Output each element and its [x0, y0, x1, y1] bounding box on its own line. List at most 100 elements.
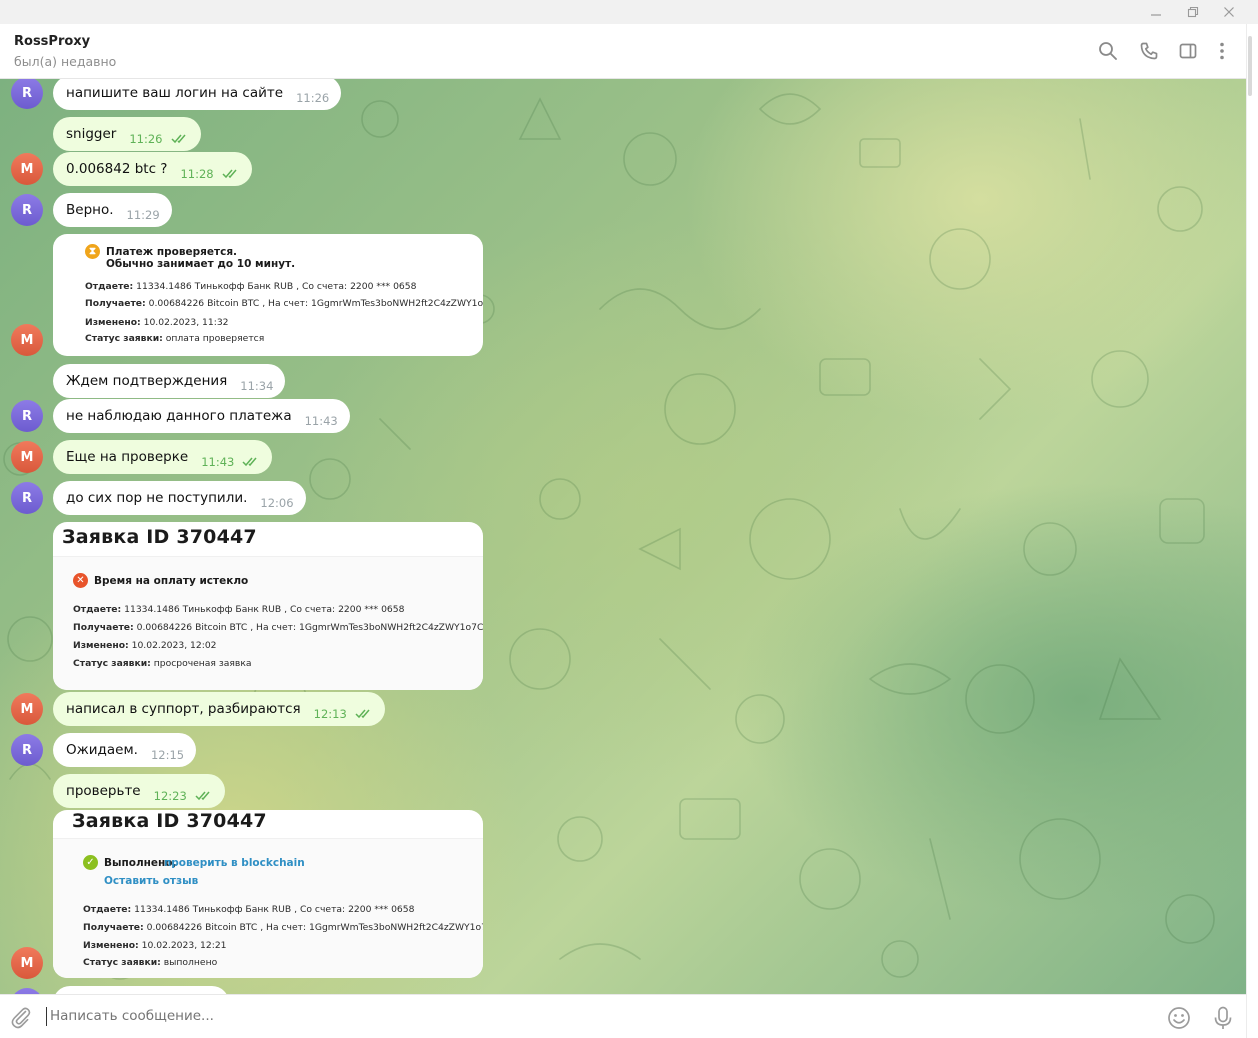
- give-value: 11334.1486 Тинькофф Банк RUB , Со счета:…: [121, 604, 405, 615]
- message-outgoing[interactable]: проверьте 12:23: [53, 774, 225, 808]
- get-row: Получаете: 0.00684226 Bitcoin BTC , На с…: [85, 298, 483, 309]
- changed-value: 10.02.2023, 11:32: [140, 317, 229, 328]
- changed-value: 10.02.2023, 12:21: [138, 940, 227, 951]
- message-incoming[interactable]: Ждем подтверждения 11:34: [53, 364, 286, 398]
- order-title: Заявка ID 370447: [62, 526, 257, 548]
- message-time: 11:28: [180, 167, 214, 181]
- status-row: Статус заявки: выполнено: [83, 957, 217, 968]
- give-row: Отдаете: 11334.1486 Тинькофф Банк RUB , …: [83, 904, 414, 915]
- status-row: Статус заявки: оплата проверяется: [85, 333, 264, 344]
- emoji-icon[interactable]: [1166, 1005, 1192, 1031]
- order-expired-image[interactable]: Заявка ID 370447 ✕ Время на оплату истек…: [53, 522, 483, 690]
- message-text: проверьте: [66, 783, 141, 799]
- give-row: Отдаете: 11334.1486 Тинькофф Банк RUB , …: [85, 281, 416, 292]
- avatar[interactable]: M: [11, 153, 43, 185]
- double-check-icon: [170, 134, 186, 144]
- get-label: Получаете:: [73, 622, 134, 633]
- message-text: Еще на проверке: [66, 449, 189, 465]
- avatar[interactable]: M: [11, 947, 43, 979]
- give-value: 11334.1486 Тинькофф Банк RUB , Со счета:…: [133, 281, 417, 292]
- message-incoming[interactable]: Верно. 11:29: [53, 193, 172, 227]
- message-time: 11:34: [240, 379, 274, 393]
- status-value: просроченая заявка: [150, 658, 252, 669]
- status-subtitle: Обычно занимает до 10 минут.: [106, 258, 296, 270]
- message-composer: [0, 994, 1246, 1038]
- close-icon[interactable]: [1211, 0, 1247, 24]
- chat-status: был(а) недавно: [14, 54, 117, 69]
- message-outgoing[interactable]: написал в суппорт, разбираются 12:13: [53, 692, 385, 726]
- message-time: 11:43: [304, 414, 338, 428]
- status-title: Время на оплату истекло: [94, 575, 249, 587]
- avatar[interactable]: M: [11, 441, 43, 473]
- message-incoming[interactable]: до сих пор не поступили. 12:06: [53, 481, 306, 515]
- status-value: выполнено: [160, 957, 218, 968]
- maximize-icon[interactable]: [1175, 0, 1211, 24]
- message-incoming[interactable]: напишите ваш логин на сайте 11:26: [53, 79, 342, 110]
- double-check-icon: [242, 457, 257, 467]
- status-label: Статус заявки:: [85, 333, 163, 344]
- message-outgoing[interactable]: 0.006842 btc ? 11:28: [53, 152, 252, 186]
- microphone-icon[interactable]: [1210, 1005, 1236, 1031]
- double-check-icon: [355, 709, 370, 719]
- give-label: Отдаете:: [85, 281, 134, 292]
- message-outgoing[interactable]: snigger 11:26: [53, 117, 201, 151]
- avatar[interactable]: R: [11, 400, 43, 432]
- more-icon[interactable]: [1210, 39, 1234, 63]
- order-completed-image[interactable]: Заявка ID 370447 ✓ Выполнено, проверить …: [53, 810, 483, 978]
- phone-icon[interactable]: [1137, 39, 1161, 63]
- blockchain-link[interactable]: проверить в blockchain: [164, 857, 305, 869]
- message-text: Ждем подтверждения: [66, 373, 228, 389]
- message-input[interactable]: [50, 1008, 1130, 1024]
- give-row: Отдаете: 11334.1486 Тинькофф Банк RUB , …: [73, 604, 404, 615]
- avatar[interactable]: R: [11, 734, 43, 766]
- chat-title[interactable]: RossProxy: [14, 34, 90, 49]
- message-text: Верно.: [66, 202, 114, 218]
- status-label: Статус заявки:: [73, 658, 151, 669]
- text-cursor: [46, 1007, 47, 1026]
- message-time: 11:26: [129, 132, 163, 146]
- minimize-icon[interactable]: [1138, 0, 1174, 24]
- changed-value: 10.02.2023, 12:02: [128, 640, 217, 651]
- avatar[interactable]: M: [11, 693, 43, 725]
- message-incoming[interactable]: Ожидаем. 12:15: [53, 733, 197, 767]
- avatar[interactable]: R: [11, 194, 43, 226]
- double-check-icon: [195, 791, 210, 801]
- get-label: Получаете:: [85, 298, 146, 309]
- changed-row: Изменено: 10.02.2023, 11:32: [85, 317, 229, 328]
- scrollbar-track[interactable]: [1246, 24, 1258, 1038]
- telegram-window: RossProxy был(а) недавно R напишите ваш …: [0, 0, 1258, 1038]
- double-check-icon: [222, 169, 237, 179]
- message-time: 12:23: [153, 789, 187, 803]
- payment-status-image[interactable]: ⧗ Платеж проверяется. Обычно занимает до…: [53, 234, 483, 356]
- avatar[interactable]: M: [11, 324, 43, 356]
- attach-icon[interactable]: [9, 1005, 33, 1029]
- message-time: 11:26: [296, 91, 330, 105]
- changed-row: Изменено: 10.02.2023, 12:02: [73, 640, 217, 651]
- message-incoming-partial[interactable]: [53, 986, 229, 994]
- message-time: 12:15: [150, 748, 185, 762]
- message-outgoing[interactable]: Еще на проверке 11:43: [53, 440, 273, 474]
- message-time: 11:29: [126, 208, 160, 222]
- changed-label: Изменено:: [73, 640, 129, 651]
- scrollbar-thumb[interactable]: [1248, 36, 1252, 96]
- message-text: написал в суппорт, разбираются: [66, 701, 301, 717]
- give-label: Отдаете:: [83, 904, 132, 915]
- chat-history[interactable]: R напишите ваш логин на сайте 11:26 snig…: [0, 79, 1246, 994]
- check-circle-icon: ✓: [83, 855, 98, 870]
- pending-icon: ⧗: [85, 244, 100, 259]
- review-link[interactable]: Оставить отзыв: [104, 875, 198, 887]
- message-text: до сих пор не поступили.: [66, 490, 248, 506]
- get-value: 0.00684226 Bitcoin BTC , На счет: 1GgmrW…: [143, 922, 483, 933]
- message-time: 12:06: [260, 496, 294, 510]
- error-icon: ✕: [73, 573, 88, 588]
- message-text: не наблюдаю данного платежа: [66, 408, 292, 424]
- message-text: Ожидаем.: [66, 742, 138, 758]
- window-titlebar: [0, 0, 1258, 24]
- status-label: Статус заявки:: [83, 957, 161, 968]
- sidebar-toggle-icon[interactable]: [1176, 39, 1200, 63]
- chat-header: RossProxy был(а) недавно: [0, 24, 1246, 79]
- search-icon[interactable]: [1096, 39, 1120, 63]
- avatar[interactable]: R: [11, 482, 43, 514]
- get-value: 0.00684226 Bitcoin BTC , На счет: 1GgmrW…: [145, 298, 483, 309]
- message-incoming[interactable]: не наблюдаю данного платежа 11:43: [53, 399, 350, 433]
